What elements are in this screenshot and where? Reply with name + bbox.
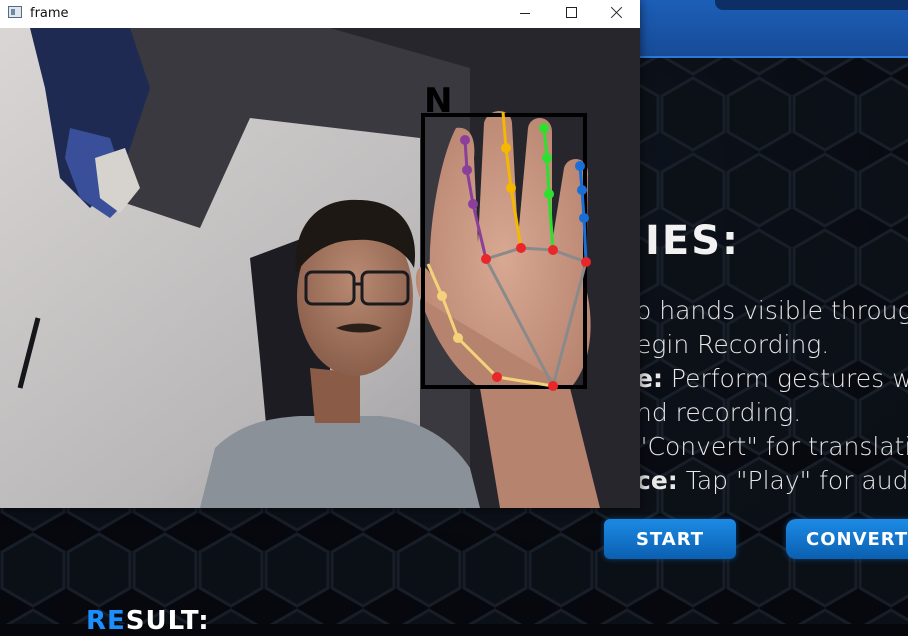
result-title: RESULT: <box>86 606 210 636</box>
instruction-line-3: e: Perform gestures w <box>636 364 908 393</box>
app-header-bar <box>715 0 908 10</box>
instruction-line-1: o hands visible through <box>636 296 908 325</box>
instruction-line-4: nd recording. <box>636 398 802 427</box>
window-app-icon <box>8 6 22 18</box>
instruction-line-5: "Convert" for translatio <box>636 432 908 461</box>
instruction-line-6: ce: Tap "Play" for audio <box>636 466 908 495</box>
frame-window: frame N <box>0 0 640 508</box>
minimize-button[interactable] <box>502 0 548 28</box>
camera-feed: N <box>0 28 640 508</box>
maximize-button[interactable] <box>548 0 594 28</box>
convert-button[interactable]: CONVERT <box>786 519 908 559</box>
detected-letter-label: N <box>424 81 452 121</box>
instructions-title: IES: <box>645 218 741 264</box>
window-titlebar[interactable]: frame <box>0 0 640 28</box>
start-button[interactable]: START <box>604 519 736 559</box>
window-title: frame <box>30 6 69 21</box>
camera-scene: N <box>0 28 640 508</box>
instruction-line-2: egin Recording. <box>636 330 830 359</box>
close-button[interactable] <box>594 0 640 28</box>
